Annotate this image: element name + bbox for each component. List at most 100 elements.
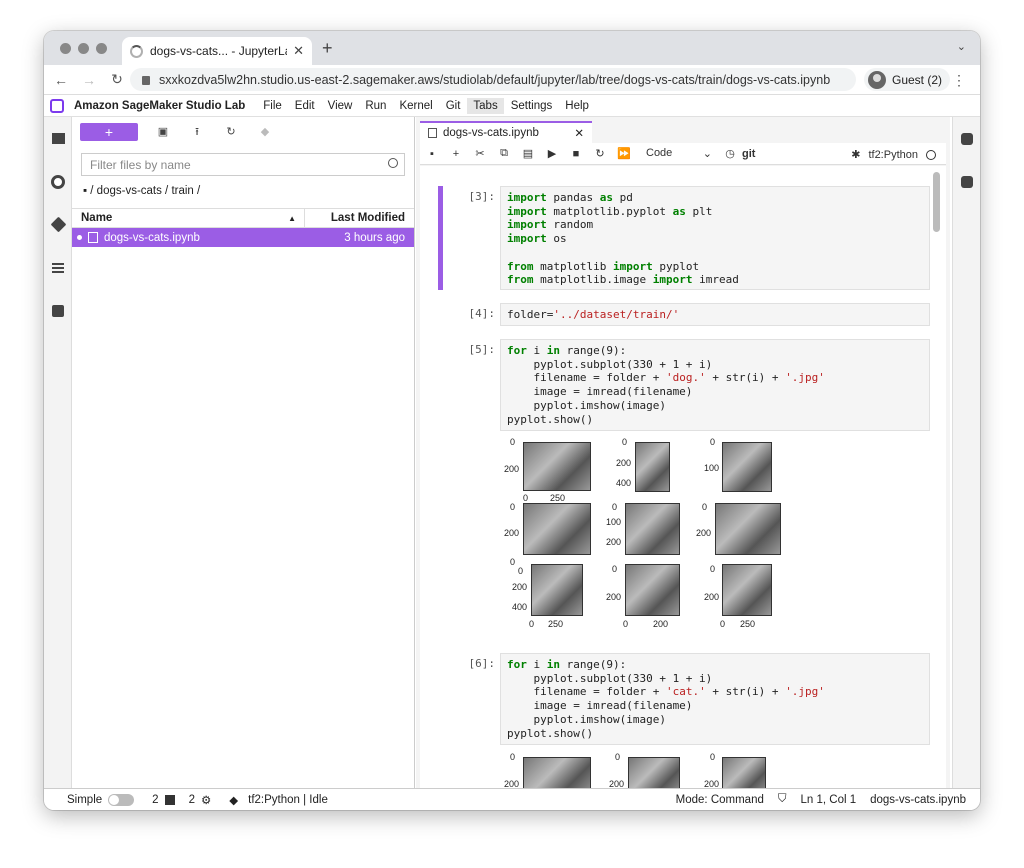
close-window-button[interactable] [60,43,71,54]
tick-label: 0 [612,502,618,512]
code-cell-4[interactable]: [4]: folder='../dataset/train/' [420,303,930,326]
tick-label: 200 [616,458,632,468]
tick-label: 0 [510,557,516,567]
forward-arrow-icon[interactable]: → [78,72,100,88]
subplot-image [625,503,680,555]
code-editor[interactable]: folder='../dataset/train/' [500,303,930,326]
kernel-status[interactable]: tf2:Python | Idle [248,794,328,806]
menu-edit[interactable]: Edit [289,98,321,114]
cell-type-select[interactable]: Code ⌄ [646,147,712,160]
upload-icon[interactable]: ⭱ [186,123,208,141]
git-tab[interactable] [44,203,72,246]
file-name: dogs-vs-cats.ipynb [104,231,200,244]
tick-label: 0 [710,752,716,762]
toc-tab[interactable] [44,246,72,289]
menu-git[interactable]: Git [440,98,467,114]
tick-label: 250 [550,493,566,503]
minimize-window-button[interactable] [78,43,89,54]
tick-label: 0 [623,619,629,629]
profile-button[interactable]: Guest (2) [864,68,951,91]
tab-search-chevron-icon[interactable]: ⌄ [957,40,966,53]
maximize-window-button[interactable] [96,43,107,54]
subplot-image [523,757,591,788]
modified-column-header[interactable]: Last Modified [305,212,414,224]
new-tab-icon[interactable]: + [322,38,333,59]
puzzle-icon [52,304,64,317]
git-status-icon[interactable]: ◆ [229,793,238,807]
file-row[interactable]: dogs-vs-cats.ipynb 3 hours ago [72,228,414,247]
running-tab[interactable] [44,160,72,203]
insert-cell-icon[interactable]: + [444,148,468,160]
menu-run[interactable]: Run [359,98,392,114]
menu-settings[interactable]: Settings [505,98,559,114]
new-folder-icon[interactable]: ▣ [152,123,174,141]
menu-help[interactable]: Help [559,98,595,114]
menu-kernel[interactable]: Kernel [393,98,438,114]
more-menu-icon[interactable]: ⋮ [952,72,966,89]
git-button[interactable]: git [742,148,755,160]
subplot-image [523,503,591,555]
restart-icon[interactable]: ↻ [588,147,612,160]
back-arrow-icon[interactable]: ← [50,72,72,88]
run-all-icon[interactable]: ⏩ [612,147,636,160]
property-inspector-tab[interactable] [953,117,980,160]
left-sidebar [44,117,72,788]
copy-icon[interactable]: ⧉ [492,147,516,160]
refresh-icon[interactable]: ↻ [220,123,242,141]
filter-input[interactable]: Filter files by name [81,153,405,176]
loading-icon [130,44,143,58]
menu-tabs[interactable]: Tabs [467,97,504,114]
notebook-icon [428,128,437,138]
extensions-tab[interactable] [44,289,72,332]
kernel-count[interactable]: 2 [189,794,195,806]
subplot-image [523,442,591,491]
close-tab-icon[interactable]: ✕ [293,43,304,59]
cut-icon[interactable]: ✂ [468,147,492,160]
tick-label: 0 [510,437,516,447]
clock-icon[interactable]: ◷ [718,147,742,160]
paste-icon[interactable]: ▤ [516,147,540,160]
code-cell-3[interactable]: [3]: import pandas as pd import matplotl… [420,186,930,290]
notebook-tab[interactable]: dogs-vs-cats.ipynb ✕ [420,121,592,143]
browser-tab[interactable]: dogs-vs-cats... - JupyterLab ✕ [122,37,312,65]
running-dot-icon [77,235,82,240]
reload-icon[interactable]: ↻ [106,71,128,88]
tick-label: 200 [504,464,520,474]
save-icon[interactable]: ▪ [420,148,444,160]
cursor-position[interactable]: Ln 1, Col 1 [801,794,857,806]
cell-prompt: [6]: [468,657,496,670]
breadcrumb[interactable]: ▪ / dogs-vs-cats / train / [72,176,414,206]
kernel-indicator[interactable]: ✱ tf2:Python [851,148,936,161]
file-browser-tab[interactable] [44,117,72,160]
running-icon [51,174,65,189]
code-cell-6[interactable]: [6]: for i in range(9): pyplot.subplot(3… [420,653,930,745]
tick-label: 0 [510,502,516,512]
file-browser-panel: + ▣ ⭱ ↻ ◆ Filter files by name ▪ / dogs-… [72,117,415,788]
brand-title: Amazon SageMaker Studio Lab [74,99,246,112]
url-field[interactable]: sxxkozdva5lw2hn.studio.us-east-2.sagemak… [130,68,856,91]
subplot-image [722,442,772,492]
terminal-count[interactable]: 2 [152,794,158,806]
code-editor[interactable]: for i in range(9): pyplot.subplot(330 + … [500,653,930,745]
code-editor[interactable]: for i in range(9): pyplot.subplot(330 + … [500,339,930,431]
name-column-header[interactable]: Name ▲ [72,209,305,227]
kernel-status-icon [926,149,936,160]
run-icon[interactable]: ▶ [540,147,564,160]
url-text: sxxkozdva5lw2hn.studio.us-east-2.sagemak… [159,72,831,87]
tick-label: 0 [615,752,621,762]
scrollbar[interactable] [933,172,940,232]
shield-icon[interactable]: ⛉ [778,793,787,806]
simple-mode-toggle[interactable] [108,793,135,806]
debugger-tab[interactable] [953,160,980,203]
git-clone-icon[interactable]: ◆ [254,123,276,141]
stop-icon[interactable]: ■ [564,148,588,160]
code-cell-5[interactable]: [5]: for i in range(9): pyplot.subplot(3… [420,339,930,431]
menu-file[interactable]: File [257,98,288,114]
avatar-icon [868,70,886,89]
menu-view[interactable]: View [322,98,359,114]
new-launcher-button[interactable]: + [80,123,138,141]
close-tab-icon[interactable]: ✕ [574,126,584,140]
bug-icon[interactable]: ✱ [851,148,860,161]
sort-up-icon: ▲ [288,213,296,223]
code-editor[interactable]: import pandas as pd import matplotlib.py… [500,186,930,290]
